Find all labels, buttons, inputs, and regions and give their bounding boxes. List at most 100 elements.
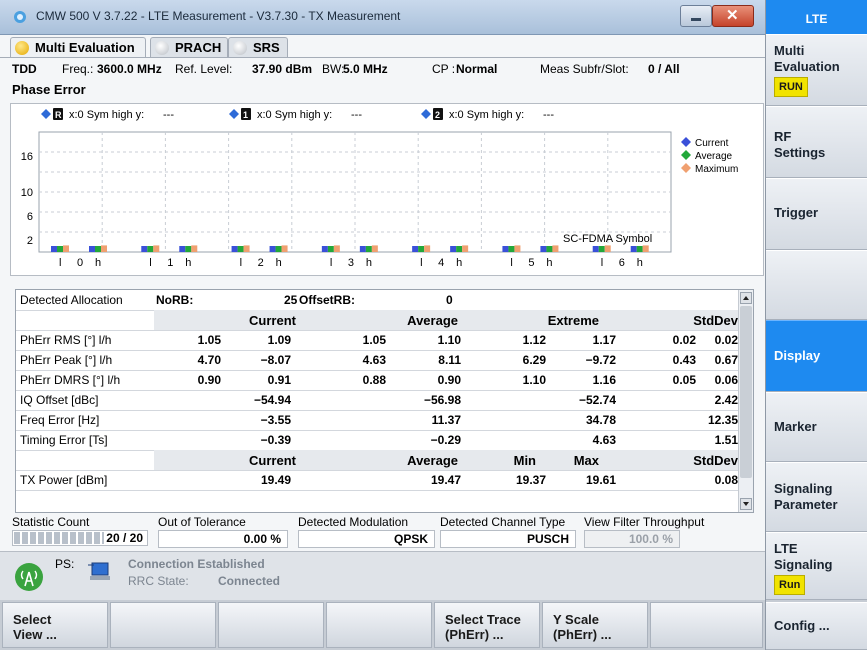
table-row: PhErr RMS [°] l/h 1.05 1.09 1.05 1.10 1.12 1.1…: [16, 330, 740, 351]
sidebar-trigger[interactable]: Trigger: [766, 178, 867, 250]
softkey-line1: Select Trace: [445, 612, 521, 627]
tab-srs[interactable]: SRS: [228, 37, 288, 57]
bar-maximum: [462, 245, 469, 252]
column-header: Min: [513, 453, 536, 468]
tab-label: PRACH: [175, 40, 222, 55]
allocation-row: Detected Allocation NoRB: 25 OffsetRB: 0: [16, 290, 740, 311]
bar-maximum: [514, 245, 521, 252]
x-tick-label: h: [185, 257, 191, 269]
table-cell: 0.02: [672, 333, 696, 347]
norb-value: 25: [284, 293, 298, 307]
bar-current: [141, 246, 148, 252]
table-row: Freq Error [Hz] −3.55 11.37 34.78 12.35: [16, 410, 740, 431]
table-cell: 4.63: [592, 433, 616, 447]
legend-diamond-icon: [681, 163, 691, 173]
allocation-label: Detected Allocation: [20, 293, 123, 307]
sidebar-signaling-parameter[interactable]: Signaling Parameter: [766, 462, 867, 532]
table-cell: 1.17: [592, 333, 616, 347]
close-icon: ✕: [726, 7, 739, 24]
table-row: IQ Offset [dBc] −54.94 −56.98 −52.74 2.42: [16, 390, 740, 411]
tab-multi-evaluation[interactable]: Multi Evaluation: [10, 37, 146, 57]
empty-softkey-2[interactable]: [110, 602, 216, 648]
marker-readout: x:0 Sym high y:: [69, 109, 144, 121]
close-button[interactable]: ✕: [712, 5, 754, 27]
empty-softkey-7[interactable]: [650, 602, 763, 648]
sidebar-header: LTE: [766, 0, 867, 34]
table-cell: 1.51: [714, 433, 738, 447]
x-tick-label: h: [366, 257, 372, 269]
tab-prach[interactable]: PRACH: [150, 37, 228, 57]
ps-label: PS:: [55, 557, 75, 571]
sidekey-line1: LTE: [774, 541, 798, 556]
legend-diamond-icon: [681, 150, 691, 160]
table-cell: 8.11: [438, 353, 461, 367]
tab-status-icon: [233, 41, 247, 55]
detected-modulation-value: QPSK: [298, 530, 435, 548]
detected-modulation-label: Detected Modulation: [298, 515, 409, 529]
bar-current: [502, 246, 509, 252]
bar-average: [327, 246, 334, 252]
bar-maximum: [424, 245, 431, 252]
tab-status-icon: [15, 41, 29, 55]
scroll-thumb[interactable]: [740, 306, 752, 478]
softkey-line1: Y Scale: [553, 612, 600, 627]
title-bar: CMW 500 V 3.7.22 - LTE Measurement - V3.…: [0, 0, 765, 35]
table-cell: 0.43: [672, 353, 696, 367]
x-tick-label: l: [59, 257, 61, 269]
table-cell: 19.49: [260, 473, 291, 487]
table-cell: 1.16: [592, 373, 616, 387]
sidebar-lte-signaling[interactable]: LTE Signaling Run: [766, 532, 867, 600]
bw-label: BW:: [322, 62, 345, 76]
sidekey-line2: Signaling: [774, 557, 833, 572]
bar-current: [359, 246, 366, 252]
x-tick-label: l: [420, 257, 422, 269]
bar-maximum: [552, 245, 559, 252]
app-icon: [14, 11, 26, 23]
table-cell: −56.98: [423, 393, 461, 407]
x-tick-label: h: [276, 257, 282, 269]
sidebar-multi-evaluation[interactable]: Multi Evaluation RUN: [766, 34, 867, 106]
table-cell: 0.67: [714, 353, 738, 367]
scroll-up-button[interactable]: [740, 292, 752, 304]
statistic-count-field: 20 / 20: [12, 530, 148, 546]
empty-softkey-4[interactable]: [326, 602, 432, 648]
bar-average: [546, 246, 553, 252]
bar-current: [450, 246, 457, 252]
sidebar-marker[interactable]: Marker: [766, 392, 867, 462]
x-tick-label: 5: [528, 257, 534, 269]
sidekey-label: Display: [774, 348, 821, 363]
softkey-line2: (PhErr) ...: [553, 627, 612, 642]
row-label: PhErr RMS [°] l/h: [20, 333, 112, 347]
marker-readout: x:0 Sym high y:: [257, 109, 332, 121]
minimize-button[interactable]: [680, 5, 712, 27]
sidekey-label: Marker: [774, 419, 817, 434]
phase-error-chart[interactable]: Rx:0 Sym high y: --- 1 x:0 Sym high y: --- 2 x…: [10, 103, 764, 276]
sidebar-config[interactable]: Config ...: [766, 602, 867, 650]
row-label: PhErr Peak [°] l/h: [20, 353, 113, 367]
x-tick-label: l: [510, 257, 512, 269]
sidebar-empty[interactable]: [766, 250, 867, 320]
select-trace-softkey[interactable]: Select Trace (PhErr) ...: [434, 602, 540, 648]
select-view-softkey[interactable]: Select View ...: [2, 602, 108, 648]
bar-average: [57, 246, 63, 252]
x-tick-label: 1: [167, 257, 173, 269]
empty-softkey-3[interactable]: [218, 602, 324, 648]
table-cell: −52.74: [578, 393, 616, 407]
row-label: Timing Error [Ts]: [20, 433, 108, 447]
norb-label: NoRB:: [156, 293, 194, 307]
sidebar-rf-settings[interactable]: RF Settings: [766, 106, 867, 178]
scroll-down-button[interactable]: [740, 498, 752, 510]
view-filter-throughput-label: View Filter Throughput: [584, 515, 705, 529]
table-scrollbar[interactable]: [738, 290, 753, 512]
sidebar-display[interactable]: Display: [766, 320, 867, 392]
table-cell: 11.37: [431, 413, 461, 427]
meas-subframe-label: Meas Subfr/Slot:: [540, 62, 629, 76]
cp-label: CP :: [432, 62, 456, 76]
offsetrb-label: OffsetRB:: [299, 293, 355, 307]
freq-label: Freq.:: [62, 62, 94, 76]
y-scale-softkey[interactable]: Y Scale (PhErr) ...: [542, 602, 648, 648]
sidekey-line2: Parameter: [774, 497, 838, 512]
table-row: TX Power [dBm] 19.49 19.47 19.37 19.61 0.08: [16, 470, 740, 491]
bar-average: [456, 246, 463, 252]
bar-average: [636, 246, 643, 252]
